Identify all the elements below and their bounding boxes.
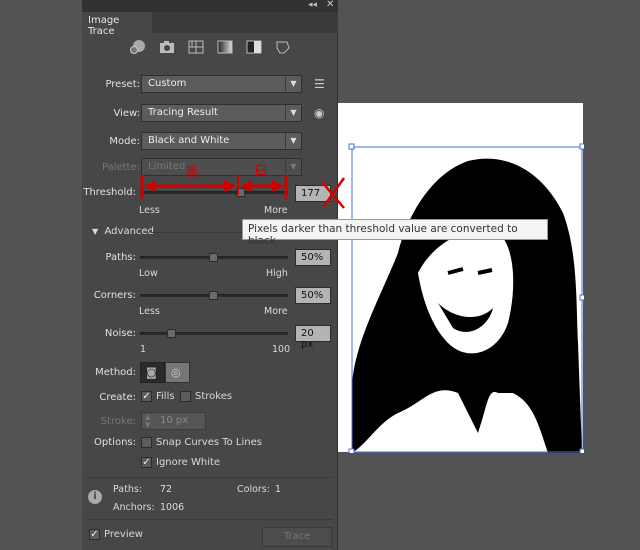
- auto-color-icon[interactable]: [129, 39, 147, 55]
- info-anchors-value: 1006: [160, 502, 185, 513]
- paths-slider-thumb[interactable]: [209, 253, 218, 262]
- fills-checkbox[interactable]: ✓: [141, 391, 152, 402]
- tab-row: Image Trace: [82, 12, 338, 37]
- annotation-black: 黑: [185, 165, 199, 181]
- snap-curves-label: Snap Curves To Lines: [156, 437, 262, 448]
- chevron-down-icon: ▼: [285, 76, 301, 92]
- method-label: Method:: [95, 367, 136, 378]
- corners-value[interactable]: 50%: [295, 287, 331, 304]
- info-paths-label: Paths:: [113, 484, 143, 495]
- view-label: View:: [113, 108, 140, 119]
- info-colors-value: 1: [275, 484, 282, 495]
- advanced-toggle[interactable]: ▼ Advanced: [92, 226, 154, 237]
- info-icon: i: [88, 490, 102, 504]
- noise-slider-thumb[interactable]: [167, 329, 176, 338]
- info-anchors-label: Anchors:: [113, 502, 155, 513]
- palette-label: Palette:: [101, 162, 140, 173]
- black-and-white-icon[interactable]: [245, 39, 263, 55]
- strokes-checkbox[interactable]: [180, 391, 191, 402]
- noise-slider[interactable]: [140, 329, 288, 338]
- preset-icons: [129, 39, 299, 57]
- noise-max-label: 100: [272, 344, 291, 355]
- options-label: Options:: [94, 437, 136, 448]
- preset-value: Custom: [148, 78, 187, 89]
- low-color-icon[interactable]: [187, 39, 205, 55]
- noise-min-label: 1: [140, 344, 147, 355]
- paths-max-label: High: [266, 268, 288, 279]
- annotation-white: 白: [254, 163, 268, 179]
- stroke-label: Stroke:: [100, 416, 136, 427]
- preset-label: Preset:: [105, 79, 140, 90]
- chevron-down-icon: ▼: [285, 105, 301, 121]
- triangle-down-icon: ▼: [92, 227, 99, 236]
- stepper-arrows-icon: ▲ ▼: [145, 413, 151, 429]
- eye-icon[interactable]: ◉: [314, 106, 324, 120]
- panel-titlebar: ◂◂ ✕: [82, 0, 338, 12]
- stroke-stepper: 10 px ▲ ▼: [141, 412, 206, 430]
- ignore-white-label: Ignore White: [156, 457, 221, 468]
- fills-label: Fills: [156, 391, 175, 402]
- overlapping-icon: ◎: [171, 366, 181, 379]
- abutting-icon: ◙: [146, 366, 157, 379]
- method-abutting-button[interactable]: ◙: [140, 362, 165, 383]
- view-dropdown[interactable]: Tracing Result ▼: [141, 104, 302, 122]
- mode-value: Black and White: [148, 135, 230, 146]
- tab-image-trace[interactable]: Image Trace: [82, 12, 152, 37]
- manage-presets-icon[interactable]: ☰: [314, 77, 325, 91]
- trace-button[interactable]: Trace: [262, 527, 332, 547]
- noise-label: Noise:: [104, 328, 136, 339]
- create-label: Create:: [99, 392, 136, 403]
- camera-icon[interactable]: [158, 39, 176, 55]
- info-paths-value: 72: [160, 484, 173, 495]
- paths-slider[interactable]: [140, 253, 288, 262]
- info-colors-label: Colors:: [237, 484, 270, 495]
- paths-min-label: Low: [139, 268, 158, 279]
- preview-checkbox[interactable]: ✓: [89, 529, 100, 540]
- noise-value[interactable]: 20 px: [295, 325, 331, 350]
- view-value: Tracing Result: [148, 107, 218, 118]
- mode-label: Mode:: [109, 136, 140, 147]
- threshold-label: Threshold:: [83, 187, 136, 198]
- mode-dropdown[interactable]: Black and White ▼: [141, 132, 302, 150]
- threshold-tooltip: Pixels darker than threshold value are c…: [242, 219, 548, 247]
- chevron-down-icon: ▼: [285, 133, 301, 149]
- close-icon[interactable]: ✕: [326, 0, 334, 10]
- paths-label: Paths:: [105, 252, 136, 263]
- corners-max-label: More: [264, 306, 288, 317]
- paths-value[interactable]: 50%: [295, 249, 331, 266]
- corners-min-label: Less: [139, 306, 160, 317]
- divider: [87, 477, 333, 478]
- preview-label: Preview: [104, 529, 143, 540]
- red-x-mark: [321, 177, 346, 209]
- red-annotation-arrows: [140, 175, 346, 209]
- stroke-value: 10 px: [160, 415, 189, 426]
- method-overlapping-button[interactable]: ◎: [165, 362, 190, 383]
- divider: [87, 519, 333, 520]
- corners-slider-thumb[interactable]: [209, 291, 218, 300]
- advanced-label: Advanced: [104, 226, 154, 237]
- collapse-icon[interactable]: ◂◂: [308, 0, 317, 10]
- grayscale-icon[interactable]: [216, 39, 234, 55]
- corners-slider[interactable]: [140, 291, 288, 300]
- image-trace-panel: ◂◂ ✕ Image Trace Preset: Custom ▼ ☰ View:…: [82, 0, 338, 550]
- outline-icon[interactable]: [274, 39, 292, 55]
- preset-dropdown[interactable]: Custom ▼: [141, 75, 302, 93]
- strokes-label: Strokes: [195, 391, 233, 402]
- snap-curves-checkbox[interactable]: [141, 437, 152, 448]
- corners-label: Corners:: [93, 290, 136, 301]
- ignore-white-checkbox[interactable]: ✓: [141, 457, 152, 468]
- traced-image[interactable]: [338, 103, 584, 453]
